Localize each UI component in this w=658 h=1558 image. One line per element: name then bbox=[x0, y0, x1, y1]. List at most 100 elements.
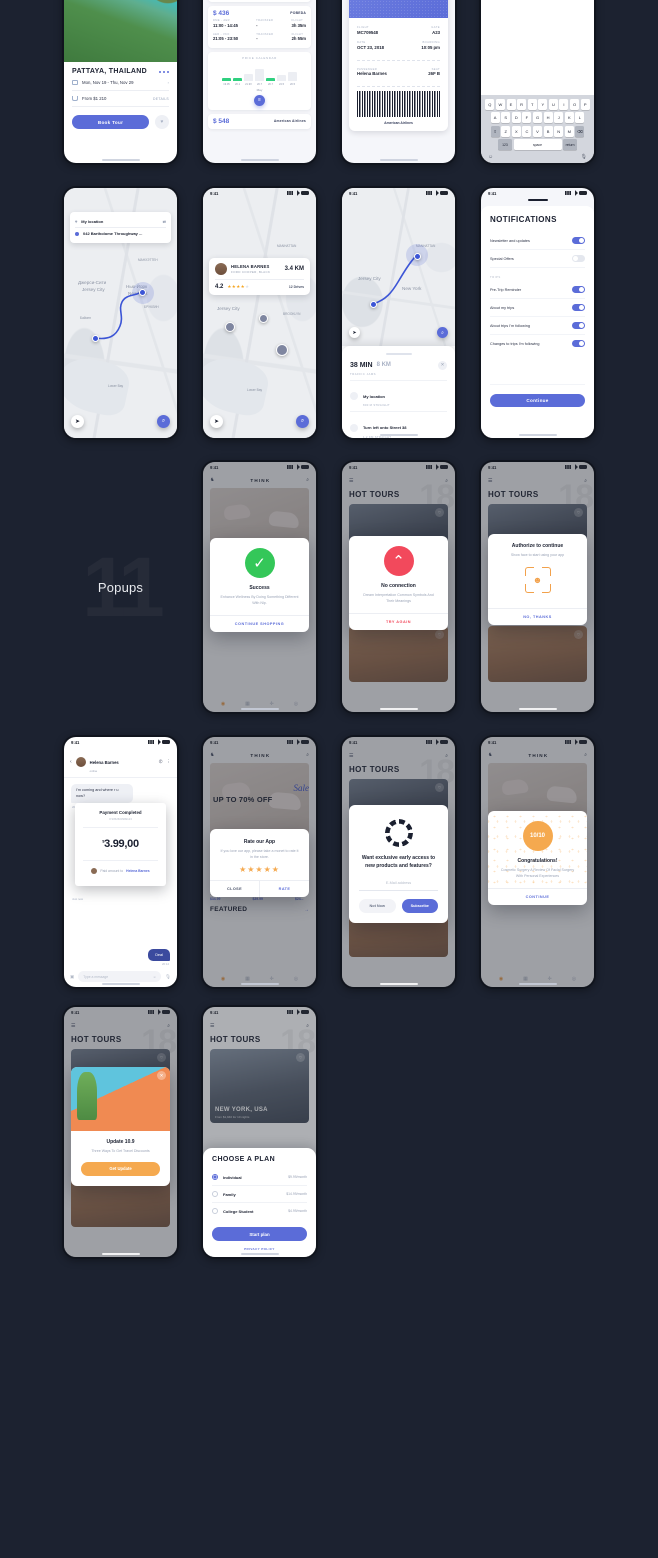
map-canvas[interactable]: 9:41 Jersey City MANHATTAN BROOKLYN Lowe… bbox=[203, 188, 316, 438]
car-marker[interactable] bbox=[225, 322, 235, 332]
search-icon[interactable]: ⌕ bbox=[157, 415, 170, 428]
navigation-icon[interactable]: ➤ bbox=[210, 415, 223, 428]
try-again-button[interactable]: TRY AGAIN bbox=[349, 613, 448, 630]
key-n[interactable]: N bbox=[554, 125, 564, 137]
more-options-icon[interactable] bbox=[159, 70, 169, 73]
plan-option-individual[interactable]: Individual $9.99/month bbox=[212, 1169, 307, 1186]
key-o[interactable]: O bbox=[570, 98, 580, 110]
key-l[interactable]: L bbox=[575, 112, 585, 124]
key-c[interactable]: C bbox=[522, 125, 532, 137]
key-t[interactable]: T bbox=[527, 98, 537, 110]
key-f[interactable]: F bbox=[522, 112, 532, 124]
route-search-card[interactable]: ⌖ My location ⇄ 042 Bartholome Throughwa… bbox=[70, 212, 171, 243]
notification-row-newsletter[interactable]: Newsletter and updates bbox=[490, 232, 585, 250]
subscribe-button[interactable]: Subscribe bbox=[401, 899, 438, 913]
emoji-icon[interactable]: ☺ bbox=[488, 154, 493, 160]
close-icon[interactable]: ✕ bbox=[157, 1071, 166, 1080]
toggle-off[interactable] bbox=[572, 255, 585, 262]
search-icon[interactable]: ⌕ bbox=[437, 327, 448, 338]
on-screen-keyboard[interactable]: Q W E R T Y U I O P A S D F G H J K L ⇧ … bbox=[481, 94, 594, 163]
key-j[interactable]: J bbox=[554, 112, 564, 124]
heart-icon[interactable]: ♥ bbox=[155, 115, 169, 129]
swap-icon[interactable]: ⇄ bbox=[163, 219, 166, 224]
key-a[interactable]: A bbox=[490, 112, 500, 124]
get-update-button[interactable]: Get Update bbox=[81, 1161, 160, 1176]
key-r[interactable]: R bbox=[517, 98, 527, 110]
radio-unselected[interactable] bbox=[212, 1191, 218, 1197]
radio-selected[interactable] bbox=[212, 1174, 218, 1180]
backspace-key[interactable]: ⌫ bbox=[575, 125, 585, 137]
numeric-key[interactable]: 123 bbox=[497, 139, 512, 151]
origin-marker[interactable] bbox=[370, 301, 377, 308]
key-i[interactable]: I bbox=[559, 98, 569, 110]
car-marker[interactable] bbox=[276, 344, 288, 356]
plan-option-college[interactable]: College Student $4.99/month bbox=[212, 1203, 307, 1219]
avatar[interactable] bbox=[75, 757, 86, 767]
key-d[interactable]: D bbox=[511, 112, 521, 124]
book-tour-button[interactable]: Book Tour bbox=[72, 115, 149, 129]
return-key[interactable]: return bbox=[563, 139, 578, 151]
flight-card-middle[interactable]: $ 436 POBEDA DME - AER 11:00 - 14:45 TRAN… bbox=[208, 5, 311, 48]
key-g[interactable]: G bbox=[533, 112, 542, 124]
emoji-icon[interactable]: ☺ bbox=[153, 975, 156, 979]
key-w[interactable]: W bbox=[495, 98, 505, 110]
my-location-row[interactable]: ⌖ My location ⇄ bbox=[75, 216, 166, 228]
origin-marker[interactable] bbox=[92, 335, 99, 342]
close-button[interactable]: CLOSE bbox=[210, 881, 260, 898]
key-x[interactable]: X bbox=[511, 125, 521, 137]
rate-button[interactable]: RATE bbox=[260, 881, 309, 897]
destination-row[interactable]: 042 Bartholome Throughway ... bbox=[75, 228, 166, 239]
key-v[interactable]: V bbox=[533, 125, 542, 137]
key-s[interactable]: S bbox=[501, 112, 511, 124]
toggle-on[interactable] bbox=[572, 304, 585, 311]
close-icon[interactable]: ✕ bbox=[438, 360, 447, 370]
sheet-grab-handle[interactable] bbox=[246, 1151, 273, 1153]
toggle-on[interactable] bbox=[572, 237, 585, 244]
no-thanks-button[interactable]: NO, THANKS bbox=[488, 607, 587, 625]
toggle-on[interactable] bbox=[572, 340, 585, 347]
sheet-grab-handle[interactable] bbox=[385, 353, 412, 355]
back-icon[interactable]: ‹ bbox=[70, 759, 72, 765]
notification-row-special-offers[interactable]: Special Offers bbox=[490, 250, 585, 268]
key-m[interactable]: M bbox=[564, 125, 574, 137]
continue-shopping-button[interactable]: CONTINUE SHOPPING bbox=[210, 615, 309, 632]
notification-row-pretrip[interactable]: Pre-Trip Reminder bbox=[490, 281, 585, 299]
navigation-icon[interactable]: ➤ bbox=[349, 327, 360, 338]
destination-marker[interactable] bbox=[139, 289, 146, 296]
key-h[interactable]: H bbox=[543, 112, 553, 124]
key-y[interactable]: Y bbox=[538, 98, 548, 110]
price-calendar-card[interactable]: PRICE CALENDAR 19.05 20.1 21.9V 20.7 20.… bbox=[208, 51, 311, 110]
tour-details-label[interactable]: DETAILS bbox=[153, 97, 169, 101]
destination-marker[interactable] bbox=[414, 253, 421, 260]
start-plan-button[interactable]: Start plan bbox=[212, 1227, 307, 1241]
notification-row-following[interactable]: About trips I'm following bbox=[490, 317, 585, 335]
search-icon[interactable]: ⌕ bbox=[296, 415, 309, 428]
car-marker[interactable] bbox=[259, 314, 268, 323]
key-b[interactable]: B bbox=[543, 125, 553, 137]
microphone-icon[interactable]: 🎙 bbox=[165, 974, 171, 980]
shift-key[interactable]: ⇧ bbox=[490, 125, 500, 137]
toggle-on[interactable] bbox=[572, 286, 585, 293]
filter-button[interactable]: ≡ bbox=[254, 94, 265, 106]
privacy-policy-link[interactable]: PRIVACY POLICY bbox=[212, 1247, 307, 1251]
continue-button[interactable]: CONTINUE bbox=[488, 888, 587, 905]
key-u[interactable]: U bbox=[548, 98, 558, 110]
more-icon[interactable]: ⋮ bbox=[167, 759, 172, 765]
key-e[interactable]: E bbox=[506, 98, 516, 110]
continue-button[interactable]: Continue bbox=[490, 394, 585, 407]
tour-dates-row[interactable]: Mon, Nov 19 - Thu, Nov 29 › bbox=[72, 75, 169, 91]
key-q[interactable]: Q bbox=[485, 98, 495, 110]
microphone-icon[interactable]: 🎙 bbox=[581, 154, 587, 160]
navigation-icon[interactable]: ➤ bbox=[71, 415, 84, 428]
chat-input-bar[interactable]: ▣ Type a message ☺ 🎙 bbox=[64, 971, 177, 982]
phone-icon[interactable]: ✆ bbox=[159, 759, 163, 765]
not-now-button[interactable]: Not Now bbox=[359, 899, 396, 913]
space-key[interactable]: space bbox=[513, 139, 562, 151]
flight-card-bottom[interactable]: $ 548 American Airlines bbox=[208, 113, 311, 129]
notification-row-changes[interactable]: Changes to trips I'm following bbox=[490, 335, 585, 352]
rating-stars[interactable]: ★★★★★ bbox=[220, 865, 299, 874]
map-canvas[interactable]: 9:41 Jersey City New York MANHATTAN ➤ ⌕ bbox=[342, 188, 455, 346]
camera-icon[interactable]: ▣ bbox=[70, 974, 74, 980]
email-field[interactable]: E-Mail address bbox=[359, 876, 438, 891]
key-z[interactable]: Z bbox=[501, 125, 511, 137]
